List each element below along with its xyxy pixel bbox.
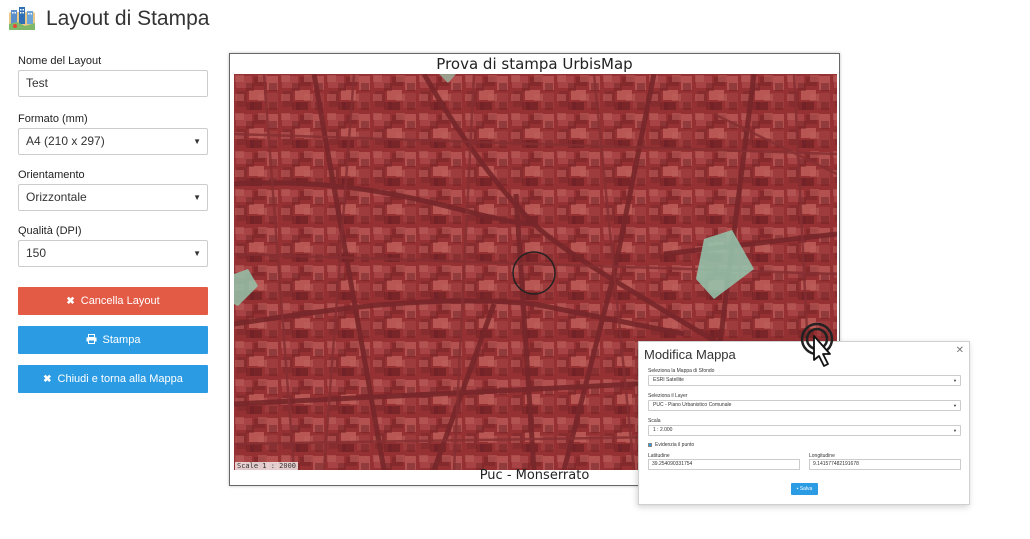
page-title: Layout di Stampa — [46, 7, 210, 30]
chevron-down-icon: ▼ — [953, 378, 957, 383]
highlight-label: Evidenzia il punto — [655, 442, 695, 448]
quality-label: Qualità (DPI) — [18, 225, 82, 237]
chevron-down-icon: ▼ — [193, 193, 201, 202]
scale-label: Scala — [648, 418, 661, 424]
chevron-down-icon: ▼ — [953, 403, 957, 408]
save-button[interactable]: ▪ Salva — [791, 483, 818, 495]
basemap-label: Seleziona la Mappa di Sfondo — [648, 368, 715, 374]
chevron-down-icon: ▼ — [953, 428, 957, 433]
quality-select[interactable]: 150 ▼ — [18, 240, 208, 267]
scale-select[interactable]: 1 : 2.000 ▼ — [648, 425, 961, 436]
save-label: Salva — [799, 486, 813, 492]
app-header: Layout di Stampa — [7, 4, 209, 34]
orientation-group: Orientamento Orizzontale ▼ — [18, 168, 208, 211]
longitude-input[interactable]: 9.141577482191678 — [809, 459, 961, 470]
scale-value: 1 : 2.000 — [653, 427, 673, 433]
cancel-layout-label: Cancella Layout — [80, 295, 160, 307]
format-label: Formato (mm) — [18, 113, 88, 125]
close-icon[interactable]: ✕ — [956, 345, 964, 356]
format-group: Formato (mm) A4 (210 x 297) ▼ — [18, 112, 208, 155]
times-icon: ✖ — [43, 373, 52, 385]
chevron-down-icon: ▼ — [193, 137, 201, 146]
checkbox-checked-icon — [648, 443, 652, 447]
format-select[interactable]: A4 (210 x 297) ▼ — [18, 128, 208, 155]
format-value: A4 (210 x 297) — [26, 134, 105, 148]
layout-name-label: Nome del Layout — [18, 55, 102, 67]
print-label: Stampa — [102, 334, 141, 346]
layout-name-group: Nome del Layout Test — [18, 54, 208, 97]
quality-group: Qualità (DPI) 150 ▼ — [18, 224, 208, 267]
close-and-return-label: Chiudi e torna alla Mappa — [57, 373, 183, 385]
orientation-value: Orizzontale — [26, 190, 87, 204]
layer-label: Seleziona il Layer — [648, 393, 688, 399]
layer-select[interactable]: PUC - Piano Urbanistico Comunale ▼ — [648, 400, 961, 411]
basemap-value: ESRI Satellite — [653, 377, 684, 383]
orientation-label: Orientamento — [18, 169, 85, 181]
layer-value: PUC - Piano Urbanistico Comunale — [653, 402, 732, 408]
preview-title: Prova di stampa UrbisMap — [436, 55, 633, 73]
quality-value: 150 — [26, 246, 47, 260]
print-icon — [86, 333, 97, 347]
orientation-select[interactable]: Orizzontale ▼ — [18, 184, 208, 211]
times-icon: ✖ — [66, 295, 75, 307]
city-map-logo-icon — [7, 6, 37, 32]
highlight-checkbox[interactable]: Evidenzia il punto — [648, 442, 694, 448]
cancel-layout-button[interactable]: ✖ Cancella Layout — [18, 287, 208, 315]
close-and-return-button[interactable]: ✖ Chiudi e torna alla Mappa — [18, 365, 208, 393]
save-icon: ▪ — [796, 486, 799, 492]
layout-name-input[interactable]: Test — [18, 70, 208, 97]
layout-form: Nome del Layout Test Formato (mm) A4 (21… — [18, 54, 208, 280]
hand-pointer-cursor-icon — [800, 322, 848, 380]
chevron-down-icon: ▼ — [193, 249, 201, 258]
latitude-input[interactable]: 39.254090331754 — [648, 459, 800, 470]
modal-title: Modifica Mappa — [644, 347, 736, 362]
print-button[interactable]: Stampa — [18, 326, 208, 354]
